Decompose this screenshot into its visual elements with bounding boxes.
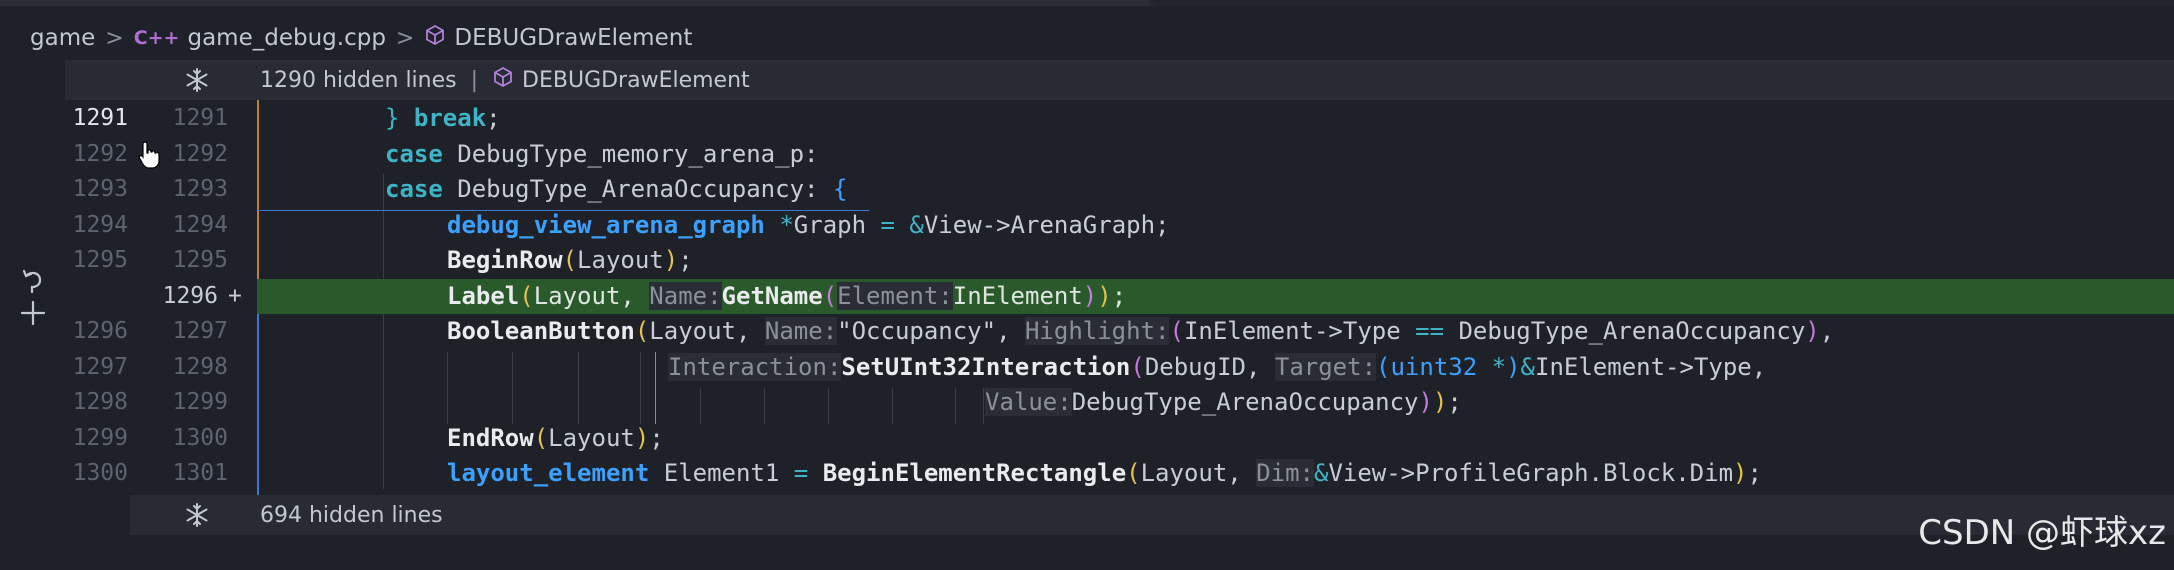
code-text: case DebugType_ArenaOccupancy: { <box>385 175 848 203</box>
cpp-file-icon: C++ <box>133 27 180 49</box>
snowflake-fold-icon[interactable] <box>183 501 211 529</box>
code-text: Interaction:SetUInt32Interaction(DebugID… <box>668 352 1767 381</box>
line-number-left: 1297 <box>72 353 128 380</box>
breadcrumb-item-file[interactable]: game_debug.cpp <box>187 25 385 51</box>
line-number-left: 1300 <box>72 460 128 486</box>
chevron-right-icon: > <box>105 25 124 51</box>
line-number-right: 1295 <box>172 247 228 273</box>
code-line[interactable]: 1295 1295 BeginRow(Layout); <box>0 243 2174 279</box>
breadcrumb-item-symbol[interactable]: DEBUGDrawElement <box>454 25 692 51</box>
tab-strip-right <box>1155 0 2174 6</box>
breadcrumb: game > C++ game_debug.cpp > DEBUGDrawEle… <box>0 16 2174 60</box>
cube-icon <box>424 24 446 52</box>
tab-strip-left <box>0 0 1150 6</box>
code-text: case DebugType_memory_arena_p: <box>385 139 819 168</box>
code-text: EndRow(Layout); <box>447 423 664 452</box>
breadcrumb-item-folder[interactable]: game <box>30 25 95 51</box>
line-number-left: 1294 <box>72 211 128 238</box>
code-line[interactable]: 1298 1299 Value:DebugType_ArenaOccupancy… <box>0 385 2174 421</box>
code-line[interactable]: 1291 1291 } break; <box>0 101 2174 137</box>
revert-icon[interactable] <box>16 268 50 328</box>
line-number-left <box>60 279 128 315</box>
line-number-left: 1291 <box>72 105 128 131</box>
line-number-right: 1292 <box>172 140 228 167</box>
separator: | <box>470 67 479 93</box>
code-text: BeginRow(Layout); <box>447 246 693 274</box>
fold-bar-top-label: 1290 hidden lines | DEBUGDrawElement <box>260 60 750 100</box>
line-number-right: 1294 <box>172 211 228 238</box>
fold-symbol-name: DEBUGDrawElement <box>522 67 750 93</box>
line-number-left: 1299 <box>72 424 128 451</box>
code-line[interactable]: 1293 1293 case DebugType_ArenaOccupancy:… <box>0 172 2174 208</box>
code-line[interactable]: 1296 1297 BooleanButton(Layout, Name:"Oc… <box>0 314 2174 350</box>
fold-bar-bottom-label: 694 hidden lines <box>260 495 443 535</box>
line-number-right: 1293 <box>172 176 228 202</box>
hidden-lines-count: 694 hidden lines <box>260 502 443 528</box>
code-line[interactable]: 1299 1300 EndRow(Layout); <box>0 421 2174 457</box>
code-line[interactable]: 1297 1298 Interaction:SetUInt32Interacti… <box>0 350 2174 386</box>
hand-cursor-icon <box>138 141 160 169</box>
fold-bar-bottom[interactable]: 694 hidden lines <box>130 495 2174 535</box>
snowflake-fold-icon[interactable] <box>183 66 211 94</box>
code-line[interactable]: 1294 1294 debug_view_arena_graph *Graph … <box>0 208 2174 244</box>
added-marker: + <box>228 282 242 309</box>
line-number-left: 1293 <box>72 176 128 202</box>
code-text: Value:DebugType_ArenaOccupancy)); <box>985 388 1462 416</box>
code-text: layout_element Element1 = BeginElementRe… <box>447 459 1762 487</box>
line-number-right: 1296 <box>162 282 218 309</box>
line-number-left: 1292 <box>72 140 128 167</box>
code-line[interactable]: 1300 1301 layout_element Element1 = Begi… <box>0 456 2174 492</box>
line-number-right: 1300 <box>172 424 228 451</box>
code-line-added[interactable]: 1296 + Label(Layout, Name:GetName(Elemen… <box>0 278 2174 315</box>
code-line[interactable]: 1292 1292 case DebugType_memory_arena_p: <box>0 137 2174 173</box>
chevron-right-icon: > <box>395 25 415 51</box>
line-number-left: 1298 <box>72 389 128 415</box>
line-number-left: 1295 <box>72 247 128 273</box>
line-number-right: 1291 <box>172 105 228 131</box>
tab-strip <box>0 0 2174 6</box>
hidden-lines-count: 1290 hidden lines <box>260 67 457 93</box>
fold-bar-top[interactable]: 1290 hidden lines | DEBUGDrawElement <box>65 60 2174 100</box>
line-number-right: 1298 <box>172 353 228 380</box>
line-number-right: 1299 <box>172 389 228 415</box>
code-text: } break; <box>385 104 501 132</box>
line-number-right: 1297 <box>172 318 228 344</box>
code-text: BooleanButton(Layout, Name:"Occupancy", … <box>447 317 1835 345</box>
watermark: CSDN @虾球xz <box>1918 513 2166 553</box>
code-text: debug_view_arena_graph *Graph = &View->A… <box>447 210 1170 239</box>
line-number-right: 1301 <box>172 460 228 486</box>
cube-icon <box>492 66 514 94</box>
code-text: Label(Layout, Name:GetName(Element:InEle… <box>447 281 1127 310</box>
line-number-left: 1296 <box>72 318 128 344</box>
